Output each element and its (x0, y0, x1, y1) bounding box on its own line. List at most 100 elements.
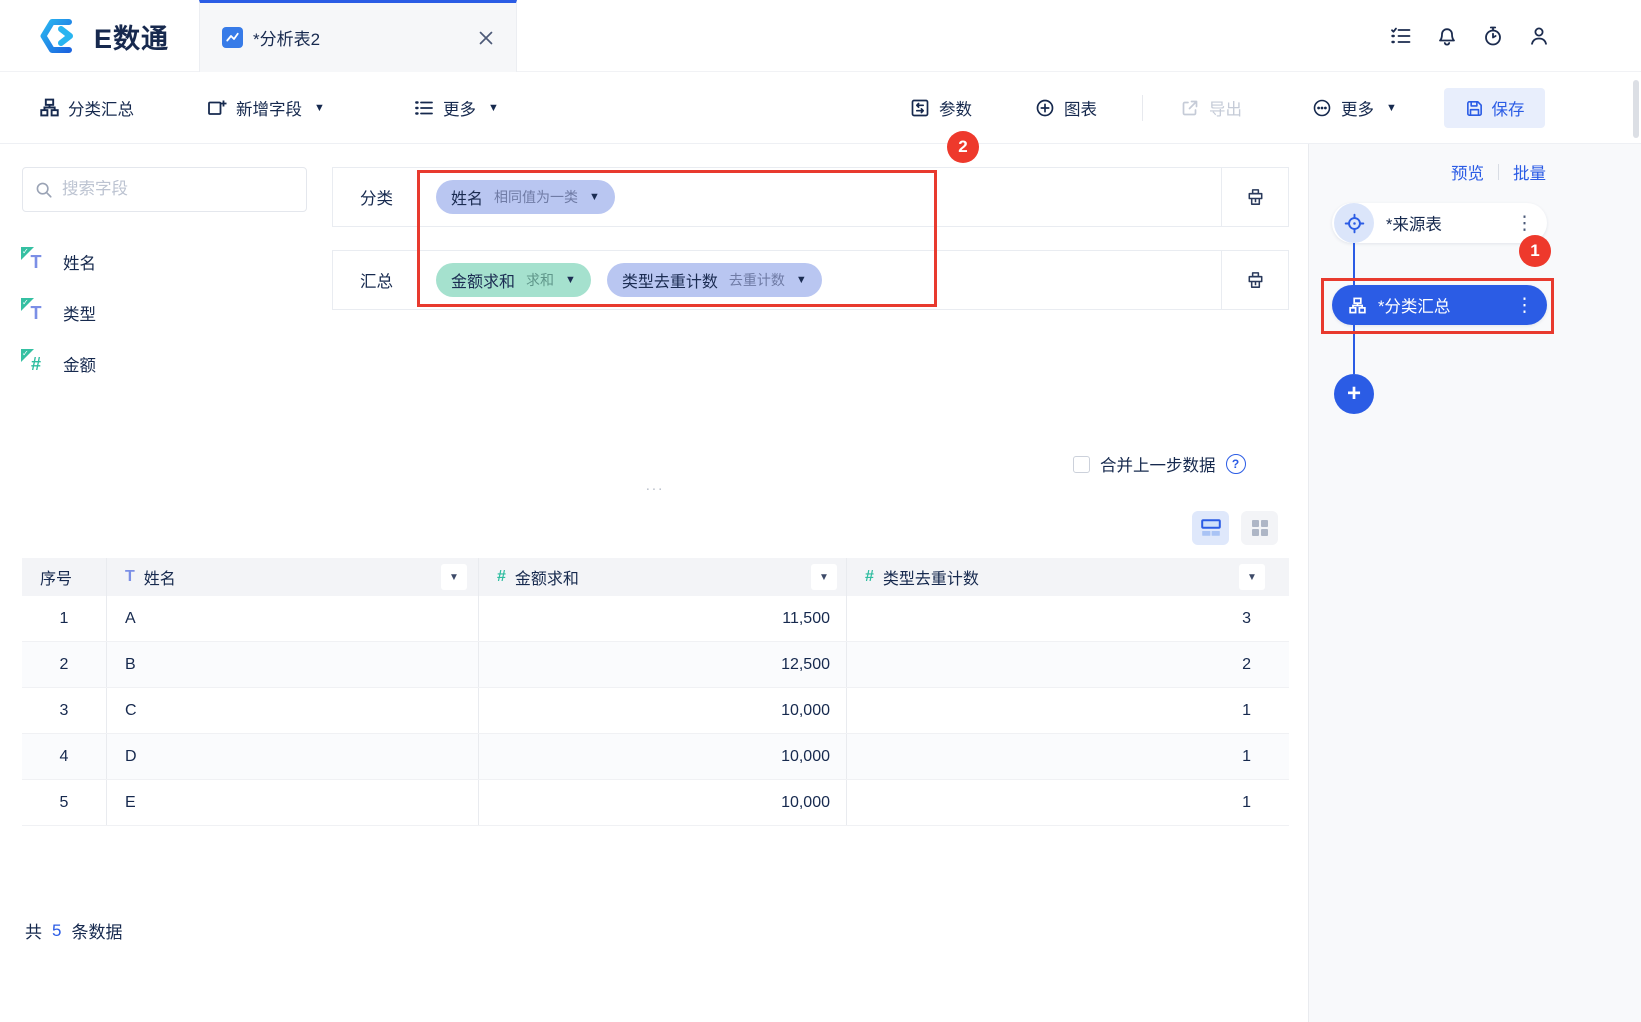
cell-amount-sum: 10,000 (479, 688, 847, 733)
category-pill[interactable]: 姓名 相同值为一类 ▼ (436, 180, 615, 214)
target-icon (1344, 213, 1364, 233)
chevron-down-icon[interactable]: ▼ (796, 274, 807, 286)
group-summary-label: 分类汇总 (68, 100, 134, 119)
params-label: 参数 (939, 100, 972, 119)
source-node-icon[interactable] (1334, 203, 1374, 243)
stopwatch-icon[interactable] (1482, 25, 1504, 47)
field-item-type[interactable]: ✓ T 类型 (21, 297, 96, 329)
merge-checkbox[interactable] (1073, 455, 1090, 473)
pill-field-name: 类型去重计数 (621, 274, 718, 291)
bell-icon[interactable] (1436, 25, 1458, 47)
more-right-label: 更多 (1341, 100, 1374, 119)
field-item-amount[interactable]: ✓ # 金额 (21, 348, 96, 380)
flow-connector (1353, 325, 1355, 374)
summary-label: 汇总 (360, 273, 393, 291)
tab-title: *分析表2 (253, 30, 321, 49)
cell-name: A (107, 596, 479, 641)
number-type-icon: # (865, 568, 874, 585)
column-filter-dropdown[interactable]: ▼ (441, 564, 467, 590)
tab-analysis-sheet[interactable]: *分析表2 (199, 0, 517, 72)
annotation-badge-2: 2 (947, 131, 979, 163)
card-view-toggle[interactable] (1241, 511, 1278, 545)
toolbar-divider (1142, 94, 1143, 121)
table-row[interactable]: 3 C 10,000 1 (22, 688, 1289, 734)
field-item-name[interactable]: ✓ T 姓名 (21, 246, 96, 278)
chevron-down-icon[interactable]: ▼ (565, 274, 576, 286)
text-type-icon: ✓ T (21, 247, 42, 272)
batch-link[interactable]: 批量 (1513, 160, 1546, 184)
summary-pill-area[interactable]: 金额求和 求和 ▼ 类型去重计数 去重计数 ▼ (420, 251, 1221, 309)
cell-type-distinct: 1 (1242, 793, 1251, 811)
summary-pill-amount-sum[interactable]: 金额求和 求和 ▼ (436, 263, 591, 297)
field-label: 类型 (63, 306, 96, 324)
kebab-menu-icon[interactable]: ⋮ (1515, 212, 1534, 235)
cell-index: 3 (22, 688, 107, 733)
save-button[interactable]: 保存 (1444, 88, 1545, 128)
table-row[interactable]: 5 E 10,000 1 (22, 780, 1289, 826)
more-right-button[interactable]: 更多 ▼ (1312, 96, 1397, 120)
collapse-handle[interactable]: ... (610, 477, 700, 494)
group-summary-button[interactable]: 分类汇总 (40, 96, 134, 120)
top-header: E数通 *分析表2 (0, 0, 1641, 72)
field-label: 姓名 (63, 255, 96, 273)
app-window: E数通 *分析表2 分类汇总 新增字段 ▼ 更多 ▼ 参数 图表 导出 更多 ▼… (0, 0, 1641, 1022)
summary-pill-type-distinct[interactable]: 类型去重计数 去重计数 ▼ (606, 263, 822, 297)
chart-button[interactable]: 图表 (1035, 96, 1097, 120)
flow-connector (1353, 243, 1355, 285)
col-header-label: 姓名 (143, 571, 176, 588)
table-footer: 共 5 条数据 (25, 918, 122, 943)
tab-close-icon[interactable] (478, 30, 494, 46)
field-label: 金额 (63, 357, 96, 375)
col-header-index: 序号 (22, 558, 107, 596)
question-circle-icon[interactable]: ? (1225, 454, 1246, 474)
table-row[interactable]: 4 D 10,000 1 (22, 734, 1289, 780)
category-pill-area[interactable]: 姓名 相同值为一类 ▼ (420, 168, 1221, 226)
result-table: 序号 T 姓名 ▼ # 金额求和 ▼ # 类型去重计数 ▼ 1 A 11,500… (22, 558, 1289, 826)
search-input[interactable] (62, 180, 294, 199)
toolbar: 分类汇总 新增字段 ▼ 更多 ▼ 参数 图表 导出 更多 ▼ 保存 (0, 72, 1641, 144)
kebab-menu-icon[interactable]: ⋮ (1515, 294, 1534, 317)
cell-index: 4 (22, 734, 107, 779)
preview-link[interactable]: 预览 (1451, 160, 1484, 184)
cell-type-distinct: 1 (1242, 747, 1251, 765)
chevron-down-icon: ▼ (314, 101, 325, 114)
pill-field-name: 姓名 (451, 191, 484, 208)
scrollbar-thumb[interactable] (1633, 80, 1639, 138)
footer-prefix: 共 (25, 923, 42, 942)
category-config-row: 分类 姓名 相同值为一类 ▼ (332, 167, 1289, 227)
params-button[interactable]: 参数 (910, 96, 972, 120)
more-left-button[interactable]: 更多 ▼ (414, 96, 499, 120)
flow-node-group-summary[interactable]: *分类汇总 ⋮ (1332, 285, 1547, 325)
node-title: *来源表 (1386, 216, 1442, 234)
add-step-button[interactable]: + (1334, 374, 1374, 414)
cell-name: D (107, 734, 479, 779)
column-filter-dropdown[interactable]: ▼ (1239, 564, 1265, 590)
table-view-toggle[interactable] (1192, 511, 1229, 545)
annotation-badge-1: 1 (1519, 235, 1551, 267)
export-label: 导出 (1209, 100, 1242, 119)
node-title: *分类汇总 (1378, 298, 1451, 316)
col-header-amount-sum: # 金额求和 ▼ (479, 558, 847, 596)
column-filter-dropdown[interactable]: ▼ (811, 564, 837, 590)
flow-panel-links: 预览 批量 (1451, 160, 1546, 184)
col-header-type-distinct: # 类型去重计数 ▼ (847, 558, 1289, 596)
clear-brush-icon (1248, 188, 1262, 205)
table-row[interactable]: 2 B 12,500 2 (22, 642, 1289, 688)
clear-summary-button[interactable] (1221, 251, 1288, 309)
table-row[interactable]: 1 A 11,500 3 (22, 596, 1289, 642)
export-button[interactable]: 导出 (1180, 96, 1242, 120)
search-icon (36, 182, 52, 198)
hierarchy-icon (1349, 297, 1366, 313)
more-circle-icon (1313, 99, 1331, 116)
add-field-button[interactable]: 新增字段 ▼ (207, 96, 325, 120)
link-divider (1498, 164, 1499, 180)
task-list-icon[interactable] (1390, 25, 1412, 47)
text-type-icon: ✓ T (21, 298, 42, 323)
user-icon[interactable] (1528, 25, 1550, 47)
number-type-icon: # (497, 568, 506, 585)
pill-mode: 相同值为一类 (494, 189, 579, 205)
cell-amount-sum: 10,000 (479, 780, 847, 825)
chevron-down-icon[interactable]: ▼ (589, 191, 600, 203)
footer-suffix: 条数据 (71, 923, 123, 942)
clear-category-button[interactable] (1221, 168, 1288, 226)
